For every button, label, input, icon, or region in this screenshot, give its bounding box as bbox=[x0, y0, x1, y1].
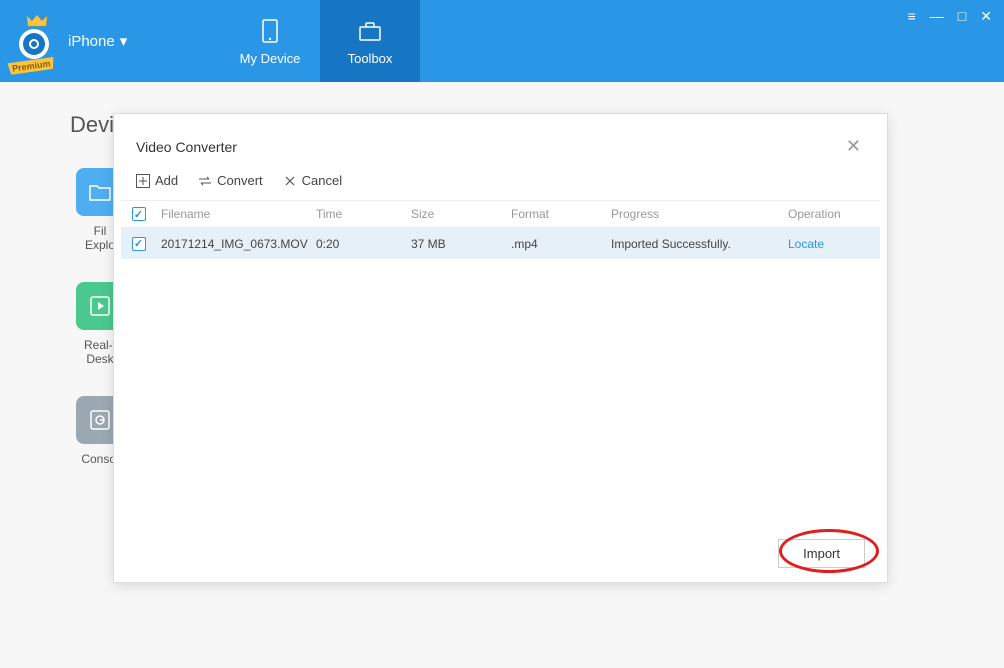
col-size[interactable]: Size bbox=[411, 207, 511, 221]
add-label: Add bbox=[155, 173, 178, 188]
modal-footer: Import bbox=[114, 531, 887, 568]
col-format[interactable]: Format bbox=[511, 207, 611, 221]
cell-time: 0:20 bbox=[316, 237, 411, 251]
device-selector[interactable]: iPhone ▾ bbox=[68, 32, 127, 50]
col-time[interactable]: Time bbox=[316, 207, 411, 221]
add-button[interactable]: Add bbox=[136, 173, 178, 188]
tablet-icon bbox=[256, 17, 284, 45]
tab-label: My Device bbox=[240, 51, 301, 66]
col-operation[interactable]: Operation bbox=[776, 207, 880, 221]
modal-header: Video Converter ✕ bbox=[114, 132, 887, 173]
convert-button[interactable]: Convert bbox=[198, 173, 263, 188]
tab-label: Toolbox bbox=[348, 51, 393, 66]
menu-icon[interactable]: ≡ bbox=[908, 8, 916, 25]
import-button[interactable]: Import bbox=[778, 539, 865, 568]
owl-icon bbox=[16, 26, 52, 62]
cancel-label: Cancel bbox=[302, 173, 342, 188]
locate-link[interactable]: Locate bbox=[788, 237, 824, 251]
tab-my-device[interactable]: My Device bbox=[220, 0, 320, 82]
top-bar: Premium iPhone ▾ My Device Toolbox ≡ — □… bbox=[0, 0, 1004, 82]
minimize-icon[interactable]: — bbox=[930, 8, 944, 25]
maximize-icon[interactable]: □ bbox=[958, 8, 966, 25]
cell-size: 37 MB bbox=[411, 237, 511, 251]
convert-icon bbox=[198, 174, 212, 188]
tool-label: Real-tDesk bbox=[84, 338, 116, 366]
cancel-icon bbox=[283, 174, 297, 188]
window-controls: ≡ — □ ✕ bbox=[908, 8, 992, 25]
col-filename[interactable]: Filename bbox=[156, 207, 316, 221]
modal-toolbar: Add Convert Cancel bbox=[114, 173, 887, 200]
logo-area: Premium iPhone ▾ bbox=[0, 0, 220, 82]
plus-icon bbox=[136, 174, 150, 188]
table-header: Filename Time Size Format Progress Opera… bbox=[121, 200, 880, 228]
cell-format: .mp4 bbox=[511, 237, 611, 251]
cell-progress: Imported Successfully. bbox=[611, 237, 776, 251]
col-progress[interactable]: Progress bbox=[611, 207, 776, 221]
select-all-checkbox[interactable] bbox=[132, 207, 146, 221]
close-button[interactable]: ✕ bbox=[842, 132, 865, 161]
table-row[interactable]: 20171214_IMG_0673.MOV 0:20 37 MB .mp4 Im… bbox=[121, 228, 880, 260]
convert-label: Convert bbox=[217, 173, 263, 188]
device-label-text: iPhone bbox=[68, 33, 115, 50]
row-checkbox[interactable] bbox=[132, 237, 146, 251]
app-logo: Premium bbox=[10, 16, 60, 66]
video-converter-modal: Video Converter ✕ Add Convert Cancel Fil… bbox=[113, 113, 888, 583]
cancel-button[interactable]: Cancel bbox=[283, 173, 342, 188]
tool-label: FilExplo bbox=[85, 224, 115, 252]
tab-toolbox[interactable]: Toolbox bbox=[320, 0, 420, 82]
file-table: Filename Time Size Format Progress Opera… bbox=[114, 200, 887, 531]
modal-title: Video Converter bbox=[136, 139, 237, 155]
close-icon[interactable]: ✕ bbox=[980, 8, 992, 25]
toolbox-icon bbox=[356, 17, 384, 45]
chevron-down-icon: ▾ bbox=[120, 32, 128, 50]
cell-filename: 20171214_IMG_0673.MOV bbox=[156, 237, 316, 251]
